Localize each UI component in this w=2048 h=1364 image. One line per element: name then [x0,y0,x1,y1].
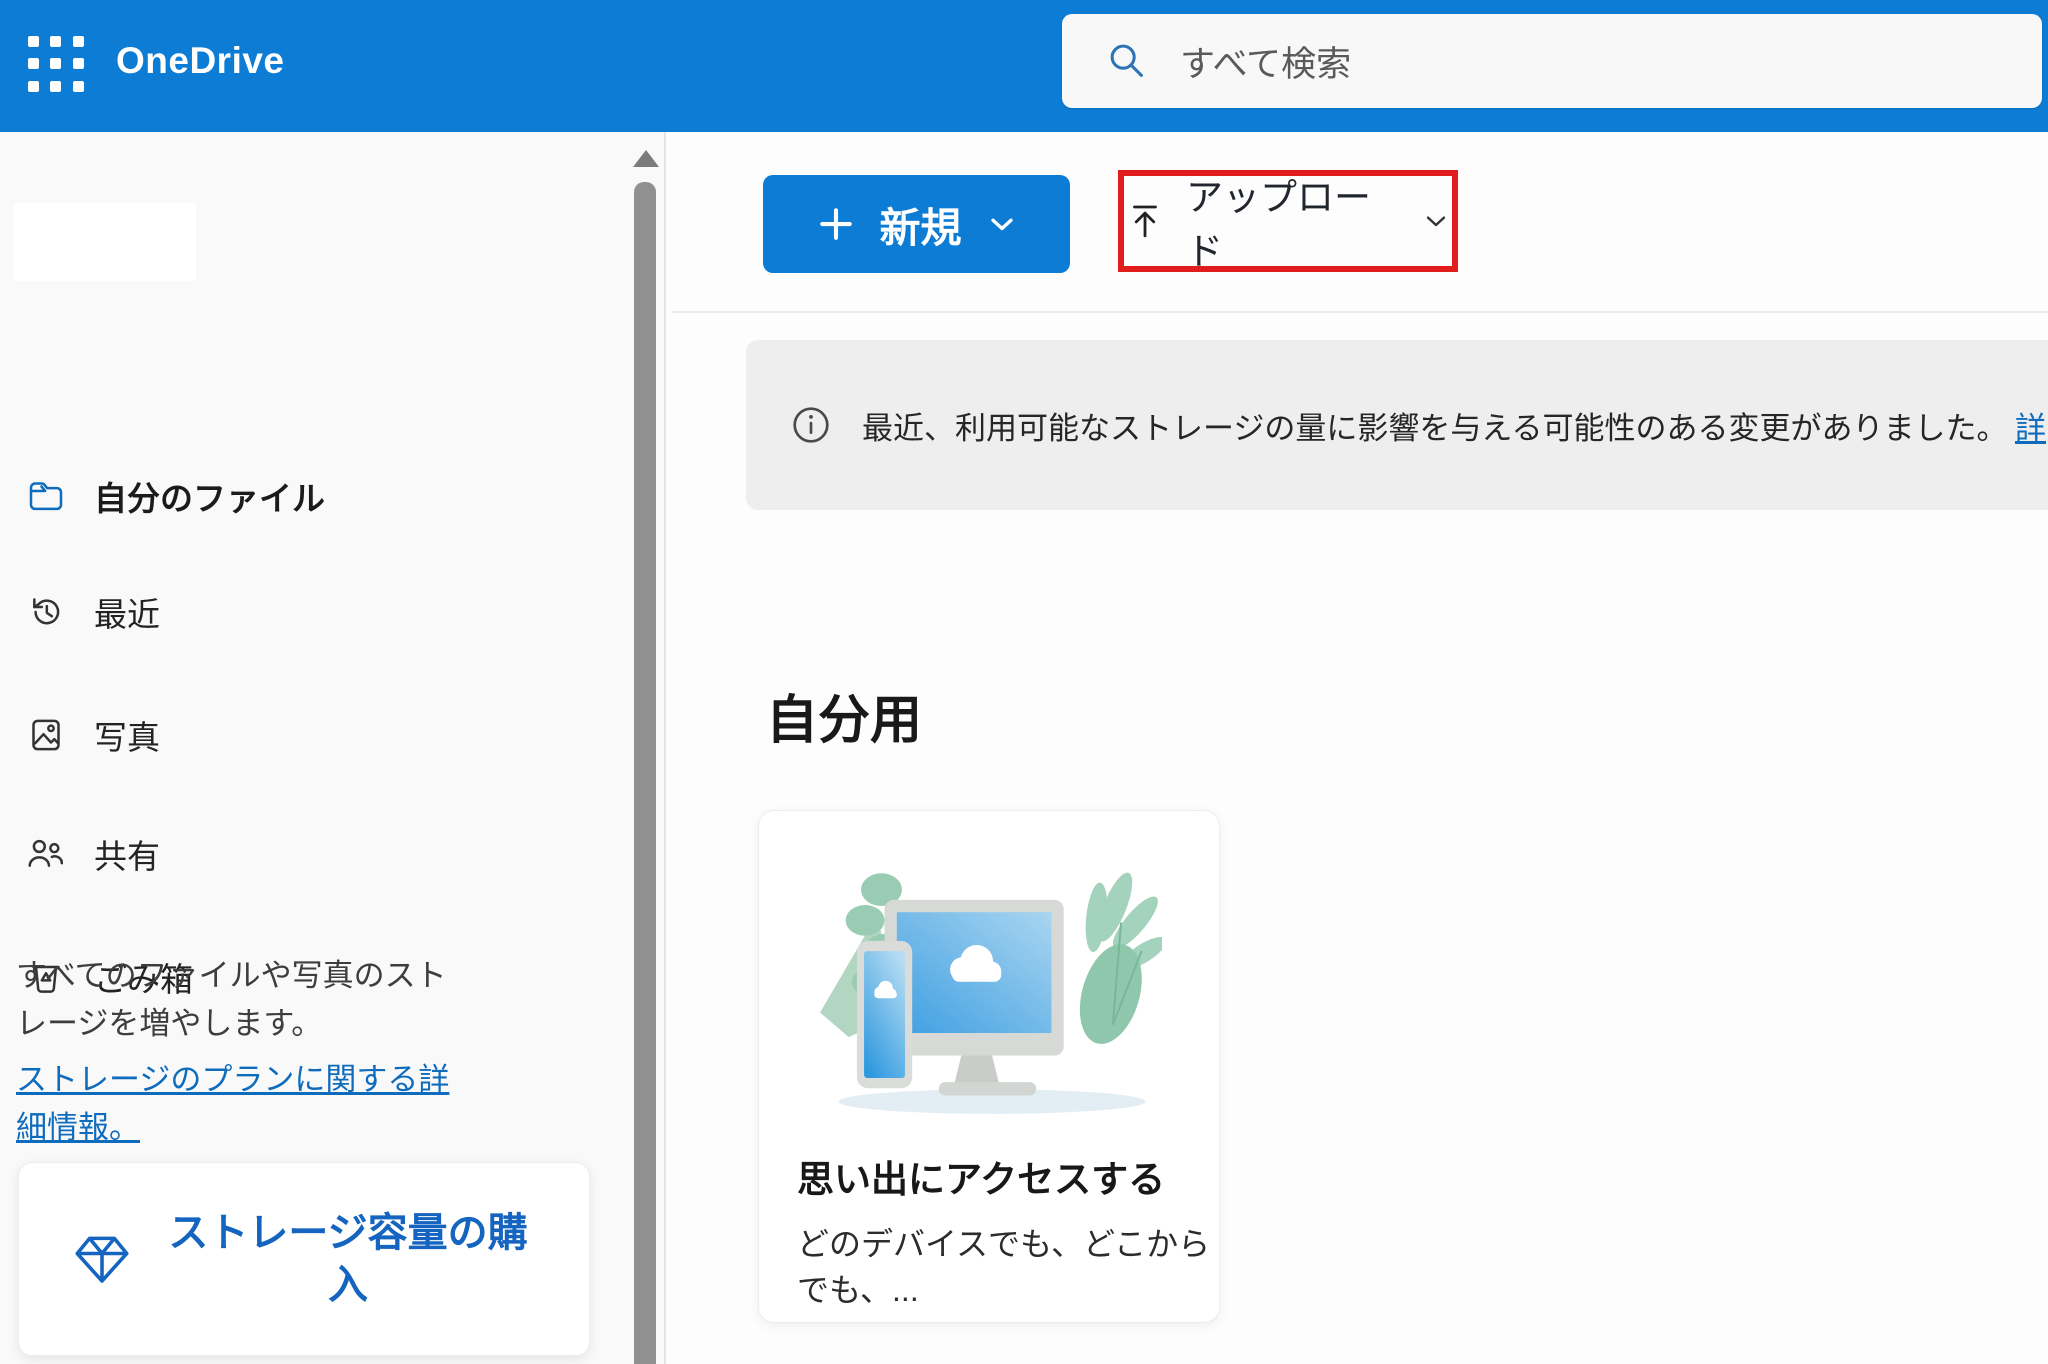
scrollbar-up-arrow[interactable] [633,150,659,167]
search-icon [1104,38,1150,84]
onedrive-app: OneDrive すべて検索 自分のファイル [0,0,2048,1364]
toolbar-divider [672,311,2048,313]
plus-icon [814,202,858,246]
sidebar-item-label: 写真 [94,711,160,759]
upload-button-highlighted[interactable]: アップロード [1118,170,1458,272]
scrollbar-thumb[interactable] [634,182,656,1364]
storage-change-banner: 最近、利用可能なストレージの量に影響を与える可能性のある変更がありました。 詳 [746,340,2048,510]
people-icon [26,834,66,874]
sidebar-item-my-files[interactable]: 自分のファイル [0,464,325,528]
sidebar-item-label: 自分のファイル [94,472,325,520]
upload-arrow-icon [1124,200,1166,242]
new-button-label: 新規 [880,194,962,254]
memories-card[interactable]: 思い出にアクセスする どのデバイスでも、どこからでも、... [758,810,1220,1323]
memories-card-subtitle: どのデバイスでも、どこからでも、... [797,1219,1219,1311]
folder-icon [26,476,66,516]
info-icon [788,402,834,448]
sidebar-divider [664,132,666,1364]
app-launcher-waffle-icon[interactable] [28,36,86,94]
app-header: OneDrive すべて検索 [0,0,2048,132]
app-title: OneDrive [116,40,285,82]
sidebar-item-label: 最近 [94,588,160,636]
sidebar-item-recent[interactable]: 最近 [0,580,160,644]
buy-storage-label: ストレージ容量の購入 [135,1207,589,1311]
storage-plans-link[interactable]: ストレージのプランに関する詳細情報。 [16,1056,468,1152]
banner-details-link[interactable]: 詳 [2015,403,2046,448]
storage-promo-text: すべてのファイルや写真のストレージを増やします。 [16,958,447,1041]
photo-icon [26,715,66,755]
sidebar-item-photos[interactable]: 写真 [0,703,160,767]
banner-message: 最近、利用可能なストレージの量に影響を与える可能性のある変更がありました。 [862,403,2007,448]
search-input[interactable]: すべて検索 [1062,14,2042,108]
chevron-down-icon [984,206,1020,242]
storage-promo: すべてのファイルや写真のストレージを増やします。 ストレージのプランに関する詳細… [16,952,468,1152]
search-placeholder: すべて検索 [1180,36,1351,87]
chevron-down-icon [1420,205,1452,237]
buy-storage-button[interactable]: ストレージ容量の購入 [18,1162,590,1356]
diamond-icon [69,1226,135,1292]
history-icon [26,592,66,632]
upload-button-label: アップロード [1186,167,1400,275]
user-name-redacted [14,203,196,281]
devices-cloud-illustration [817,861,1162,1119]
memories-card-title: 思い出にアクセスする [797,1149,1219,1203]
section-title-for-me: 自分用 [766,678,922,753]
sidebar-item-shared[interactable]: 共有 [0,822,160,886]
sidebar-item-label: 共有 [94,830,160,878]
new-button[interactable]: 新規 [763,175,1070,273]
